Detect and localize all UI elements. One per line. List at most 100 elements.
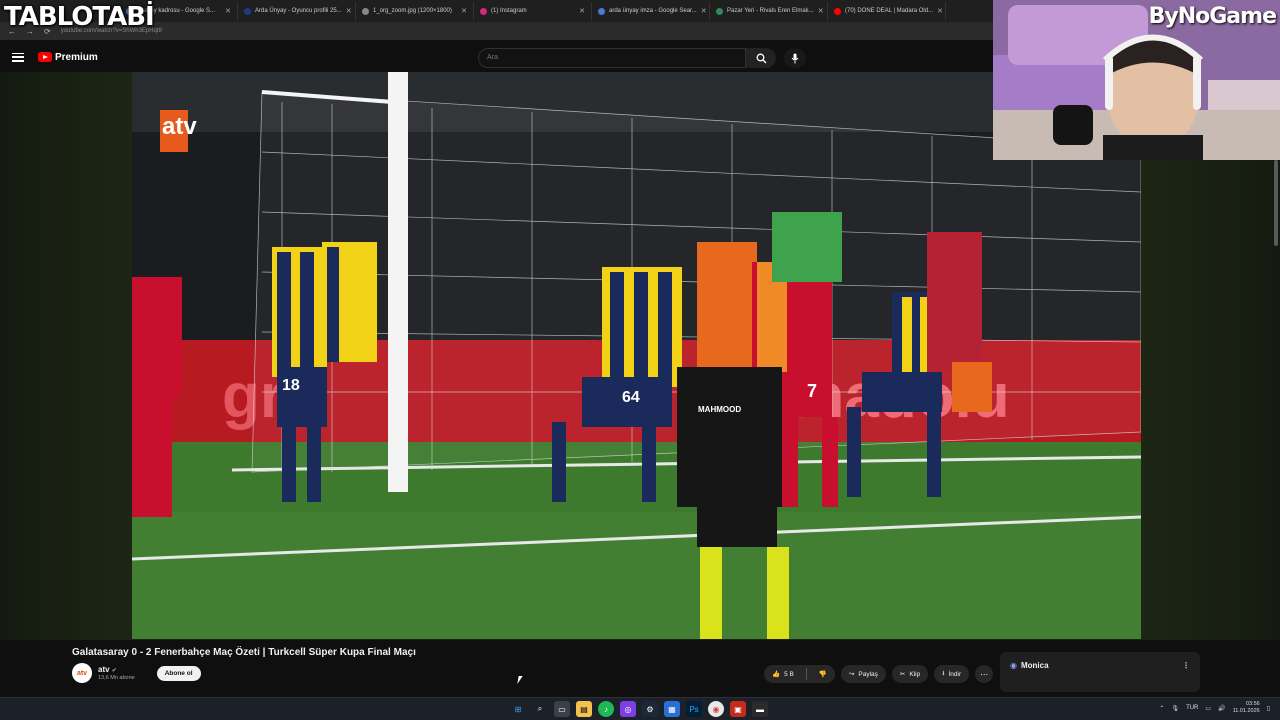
screen: ...saray kadrosu - Google S... ✕ Arda Üny… xyxy=(0,0,1280,720)
tab-label: (70) DONE DEAL | Madara Old... xyxy=(845,8,934,14)
steam-icon[interactable]: ⚙ xyxy=(642,701,658,717)
task-view-icon[interactable]: ▭ xyxy=(554,701,570,717)
browser-tab[interactable]: (1) Instagram ✕ xyxy=(474,2,592,20)
hamburger-menu-icon[interactable] xyxy=(12,52,24,62)
clock-date: 11.01.2026 xyxy=(1232,708,1260,714)
close-icon[interactable]: ✕ xyxy=(818,7,824,15)
like-count: 5 B xyxy=(784,670,794,678)
app-icon[interactable]: ▣ xyxy=(730,701,746,717)
referee-shirt-text: MAHMOOD xyxy=(698,405,741,414)
tab-label: 1_org_zoom.jpg (1200×1800) xyxy=(373,8,452,14)
browser-tab[interactable]: 1_org_zoom.jpg (1200×1800) ✕ xyxy=(356,2,474,20)
share-button[interactable]: ↪ Paylaş xyxy=(840,665,886,683)
taskbar: ⊞ ⌕ ▭ ▤ ♪ ◎ ⚙ ▦ Ps ◉ ▣ ▬ ⌃ 🎙 TUR ▭ 🔊 03:… xyxy=(0,697,1280,720)
streamer-brand: ByNoGame xyxy=(1148,4,1277,29)
download-label: İndir xyxy=(948,670,962,678)
thumbs-down-icon: 👎 xyxy=(818,671,827,678)
chrome-icon[interactable]: ◉ xyxy=(708,701,724,717)
taskbar-apps: ⊞ ⌕ ▭ ▤ ♪ ◎ ⚙ ▦ Ps ◉ ▣ ▬ xyxy=(510,701,768,717)
youtube-logo[interactable]: Premium xyxy=(38,52,98,63)
clock[interactable]: 03:56 11.01.2026 xyxy=(1233,701,1260,715)
notification-icon[interactable]: ▯ xyxy=(1267,705,1270,712)
close-icon[interactable]: ✕ xyxy=(461,7,467,15)
close-icon[interactable]: ✕ xyxy=(225,7,231,15)
logo-label: Premium xyxy=(55,51,98,63)
streamer-webcam: ByNoGame xyxy=(993,0,1280,160)
browser-tab[interactable]: Pazar Yeri - Rivals Eren Elmalı... ✕ xyxy=(710,2,828,20)
channel-name[interactable]: atv ✔ xyxy=(98,665,135,674)
youtube-header: Premium Ara xyxy=(0,42,992,72)
video-frame: anadolu gro atv xyxy=(132,72,1141,639)
close-icon[interactable]: ✕ xyxy=(937,7,943,15)
channel-row: atv atv ✔ 13,6 Mn abone Abone ol xyxy=(72,663,201,683)
youtube-icon xyxy=(834,7,841,15)
tab-label: Pazar Yeri - Rivals Eren Elmalı... xyxy=(727,8,814,14)
monica-panel[interactable]: ◉ Monica ⋮ xyxy=(1000,652,1200,692)
video-player[interactable]: anadolu gro atv xyxy=(132,72,1141,639)
dislike-button[interactable]: 👎 xyxy=(811,665,835,683)
download-button[interactable]: ⭳ İndir xyxy=(934,665,970,683)
video-title: Galatasaray 0 - 2 Fenerbahçe Maç Özeti |… xyxy=(72,647,416,658)
transfermarkt-icon xyxy=(244,7,251,15)
monica-label: Monica xyxy=(1020,661,1049,670)
file-explorer-icon[interactable]: ▤ xyxy=(576,701,592,717)
browser-tab[interactable]: arda ünyay imza - Google Sear... ✕ xyxy=(592,2,710,20)
close-icon[interactable]: ✕ xyxy=(579,7,585,15)
share-icon: ↪ xyxy=(848,671,855,678)
store-icon[interactable]: ▦ xyxy=(664,701,680,717)
ambient-right xyxy=(1141,160,1280,640)
network-icon[interactable]: ▭ xyxy=(1205,705,1211,712)
google-icon xyxy=(598,7,605,15)
share-label: Paylaş xyxy=(858,670,878,678)
player-number: 7 xyxy=(807,381,817,401)
clip-button[interactable]: ✂ Klip xyxy=(891,665,929,683)
more-actions-button[interactable]: ⋯ xyxy=(975,665,994,683)
clock-time: 03:56 xyxy=(1245,701,1260,707)
close-icon[interactable]: ✕ xyxy=(346,7,352,15)
verified-icon: ✔ xyxy=(111,668,117,674)
clip-label: Klip xyxy=(909,670,921,678)
search-icon xyxy=(756,53,766,63)
tab-label: arda ünyay imza - Google Sear... xyxy=(609,8,697,14)
system-tray: ⌃ 🎙 TUR ▭ 🔊 03:56 11.01.2026 ▯ xyxy=(1159,701,1270,715)
microphone-icon[interactable]: 🎙 xyxy=(1171,705,1179,712)
rivals-icon xyxy=(716,7,723,15)
terminal-icon[interactable]: ▬ xyxy=(752,701,768,717)
close-icon[interactable]: ✕ xyxy=(701,7,707,15)
page-scrollbar[interactable] xyxy=(1274,160,1278,246)
tab-label: Arda Ünyay - Oyuncu profili 25... xyxy=(255,8,342,14)
divider xyxy=(805,668,807,680)
kebab-menu-icon[interactable]: ⋮ xyxy=(1182,661,1190,670)
subscriber-count: 13,6 Mn abone xyxy=(98,675,135,681)
like-button[interactable]: 👍 5 B xyxy=(764,665,802,683)
ambient-left xyxy=(0,72,132,640)
search-button[interactable] xyxy=(746,48,776,68)
tab-label: (1) Instagram xyxy=(491,8,527,14)
browser-tab[interactable]: Arda Ünyay - Oyuncu profili 25... ✕ xyxy=(238,2,356,20)
search-icon[interactable]: ⌕ xyxy=(532,701,548,717)
scissors-icon: ✂ xyxy=(899,671,906,678)
spotify-icon[interactable]: ♪ xyxy=(598,701,614,717)
referee xyxy=(677,367,782,507)
youtube-play-icon xyxy=(38,52,52,62)
obs-icon[interactable]: ◎ xyxy=(620,701,636,717)
instagram-icon xyxy=(480,7,487,15)
search-input[interactable]: Ara xyxy=(478,48,746,68)
video-actions: 👍 5 B 👎 ↪ Paylaş ✂ Klip ⭳ İndir ⋯ xyxy=(764,665,994,683)
goal-post xyxy=(388,72,408,492)
browser-tab[interactable]: (70) DONE DEAL | Madara Old... ✕ xyxy=(828,2,946,20)
like-dislike-group: 👍 5 B 👎 xyxy=(764,665,835,683)
voice-search-button[interactable] xyxy=(784,48,806,68)
volume-icon[interactable]: 🔊 xyxy=(1218,705,1225,712)
monica-icon: ◉ xyxy=(1010,661,1017,670)
language-indicator[interactable]: TUR xyxy=(1186,705,1198,711)
thumbs-up-icon: 👍 xyxy=(772,671,781,678)
player-number: 64 xyxy=(622,389,640,406)
more-horizontal-icon: ⋯ xyxy=(980,669,989,679)
windows-start-icon[interactable]: ⊞ xyxy=(510,701,526,717)
chevron-up-icon[interactable]: ⌃ xyxy=(1159,705,1164,712)
subscribe-button[interactable]: Abone ol xyxy=(156,665,201,681)
channel-name-text[interactable]: atv xyxy=(98,665,110,674)
avatar[interactable]: atv xyxy=(72,663,92,683)
photoshop-icon[interactable]: Ps xyxy=(686,701,702,717)
